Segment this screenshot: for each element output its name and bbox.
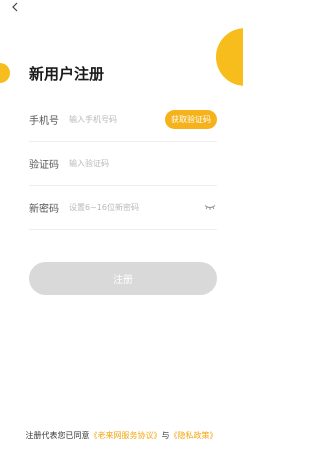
password-row: 新密码: [29, 186, 217, 230]
chevron-left-icon: [12, 2, 18, 12]
service-agreement-link[interactable]: 《老来网服务协议》: [90, 431, 162, 440]
eye-closed-icon: [204, 205, 216, 210]
page-title: 新用户注册: [29, 65, 105, 83]
password-visibility-toggle[interactable]: [203, 203, 217, 213]
agreement-prefix: 注册代表您已同意: [25, 431, 90, 440]
get-code-button[interactable]: 获取验证码: [165, 110, 217, 129]
password-label: 新密码: [29, 204, 59, 215]
agreement-joiner: 与: [161, 431, 170, 440]
phone-input[interactable]: [69, 115, 165, 124]
privacy-policy-link[interactable]: 《隐私政策》: [170, 431, 218, 440]
agreement-text: 注册代表您已同意《老来网服务协议》与《隐私政策》: [0, 430, 243, 441]
phone-label: 手机号: [29, 116, 59, 127]
decorative-circle-right: [216, 28, 243, 86]
code-row: 验证码: [29, 142, 217, 186]
register-screen: 新用户注册 手机号 获取验证码 验证码 新密码 注册 注册代表您已同意《老来网服…: [0, 0, 243, 450]
back-button[interactable]: [6, 0, 24, 14]
code-input[interactable]: [69, 159, 217, 168]
register-button[interactable]: 注册: [29, 262, 217, 295]
code-label: 验证码: [29, 160, 59, 171]
phone-row: 手机号 获取验证码: [29, 98, 217, 142]
decorative-circle-left: [0, 63, 10, 83]
password-input[interactable]: [69, 203, 203, 212]
